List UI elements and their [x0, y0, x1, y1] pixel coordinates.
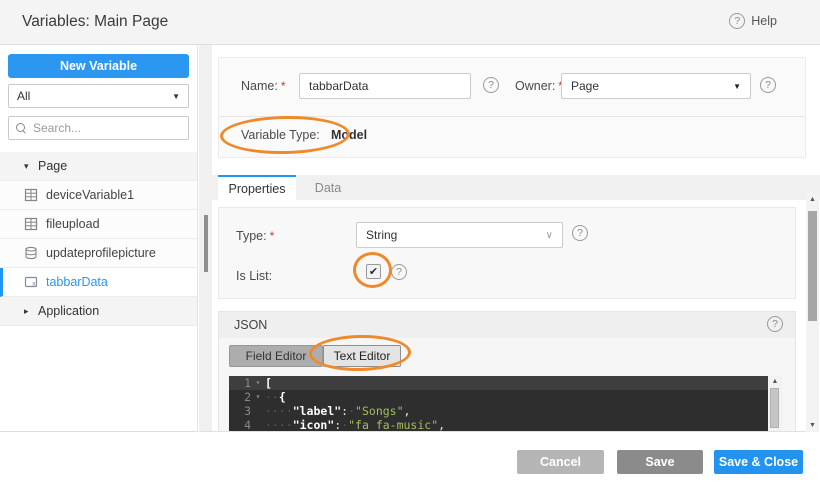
name-input[interactable] — [299, 73, 471, 99]
sidebar-item-application[interactable]: ▸ Application — [0, 297, 197, 326]
owner-select[interactable]: Page ▼ — [561, 73, 751, 99]
save-button[interactable]: Save — [617, 450, 703, 474]
database-icon — [25, 246, 37, 260]
json-help-icon[interactable]: ? — [767, 316, 783, 332]
owner-label: Owner:* — [515, 79, 563, 93]
code-line: 4 ····"icon":·"fa fa-music", — [244, 418, 446, 432]
json-section: JSON ? Field Editor Text Editor 1 ▾ [ 2 … — [218, 311, 796, 432]
variable-form-panel: Name:* ? Owner:* Page ▼ ? Variable Type:… — [218, 57, 806, 158]
field-editor-button[interactable]: Field Editor — [229, 345, 323, 367]
grid-icon — [24, 188, 38, 202]
content-bottom-border — [199, 431, 806, 432]
page-title: Variables: Main Page — [22, 13, 169, 30]
search-icon — [16, 122, 27, 134]
required-asterisk: * — [269, 229, 275, 243]
tab-properties[interactable]: Properties — [218, 175, 296, 200]
tree-item-label: updateprofilepicture — [46, 246, 156, 260]
help-label: Help — [751, 14, 777, 28]
search-box — [8, 116, 189, 140]
new-variable-button[interactable]: New Variable — [8, 54, 189, 78]
sidebar-item-devicevariable1[interactable]: deviceVariable1 — [0, 181, 197, 210]
editor-scrollbar-thumb[interactable] — [770, 388, 779, 428]
caret-down-icon: ▼ — [733, 81, 741, 91]
variable-filter-value: All — [17, 89, 31, 103]
is-list-label: Is List: — [236, 269, 273, 283]
properties-panel: Type: * String ∨ ? Is List: ✔ ? — [218, 207, 796, 299]
variable-filter-select[interactable]: All ▼ — [8, 84, 189, 108]
tree-group-label: Page — [38, 159, 68, 173]
tab-bar: Properties Data — [212, 175, 820, 200]
tree-group-label: Application — [38, 304, 100, 318]
caret-down-icon: ▼ — [172, 91, 180, 101]
name-label: Name: * — [241, 79, 286, 93]
tree-item-label: tabbarData — [46, 275, 108, 289]
is-list-help-icon[interactable]: ? — [391, 264, 407, 280]
panel-scrollbar-thumb[interactable] — [204, 215, 208, 272]
sidebar-item-updateprofilepicture[interactable]: updateprofilepicture — [0, 239, 197, 268]
tab-data[interactable]: Data — [296, 175, 360, 200]
text-editor-button[interactable]: Text Editor — [323, 345, 401, 367]
required-asterisk: * — [280, 79, 286, 93]
is-list-checkbox[interactable]: ✔ — [366, 264, 381, 279]
code-line: 1 ▾ [ — [229, 376, 768, 390]
variables-dialog: Variables: Main Page ? Help New Variable… — [0, 0, 820, 487]
tree-item-label: deviceVariable1 — [46, 188, 135, 202]
owner-value: Page — [571, 79, 600, 93]
variable-tree: ▾ Page deviceVariable1 fileupload update… — [0, 152, 197, 326]
variable-type-value: Model — [331, 128, 368, 142]
save-close-button[interactable]: Save & Close — [714, 450, 803, 474]
panel-scrollbar[interactable] — [199, 45, 212, 432]
variable-type-label: Variable Type: — [241, 128, 320, 142]
sidebar-item-tabbardata[interactable]: x tabbarData — [0, 268, 197, 297]
scroll-up-icon[interactable]: ▲ — [806, 196, 819, 203]
json-section-header: JSON ? — [219, 312, 795, 338]
check-icon: ✔ — [368, 266, 379, 278]
chevron-down-icon: ∨ — [545, 229, 553, 241]
code-line: 3 ····"label":·"Songs", — [244, 404, 411, 418]
name-help-icon[interactable]: ? — [483, 77, 499, 93]
type-label: Type: * — [236, 229, 275, 243]
cancel-button[interactable]: Cancel — [517, 450, 604, 474]
json-section-title: JSON — [234, 318, 268, 332]
owner-help-icon[interactable]: ? — [760, 77, 776, 93]
help-icon: ? — [729, 13, 746, 29]
tree-item-label: fileupload — [46, 217, 100, 231]
grid-icon — [24, 217, 38, 231]
editor-scrollbar[interactable]: ▲ — [768, 376, 782, 431]
type-select[interactable]: String ∨ — [356, 222, 563, 248]
chevron-right-icon: ▸ — [24, 305, 29, 316]
content-scrollbar-thumb[interactable] — [808, 211, 817, 321]
json-code-editor[interactable]: 1 ▾ [ 2 ▾ ··{ 3 ····"label":·"Songs", 4 … — [229, 376, 768, 432]
scroll-up-icon[interactable]: ▲ — [768, 378, 782, 385]
model-variable-icon: x — [24, 276, 38, 288]
fold-icon[interactable]: ▾ — [251, 390, 265, 404]
app-header: Variables: Main Page ? Help — [0, 0, 820, 45]
code-line: 2 ▾ ··{ — [244, 390, 286, 404]
svg-text:x: x — [32, 280, 36, 288]
type-value: String — [366, 228, 398, 242]
fold-icon[interactable]: ▾ — [251, 376, 265, 390]
help-button[interactable]: ? Help — [729, 13, 777, 29]
sidebar: New Variable All ▼ ▾ Page deviceVariable… — [0, 45, 198, 432]
sidebar-item-fileupload[interactable]: fileupload — [0, 210, 197, 239]
type-help-icon[interactable]: ? — [572, 225, 588, 241]
content-scrollbar[interactable]: ▲ ▼ — [806, 193, 819, 432]
form-divider — [219, 116, 805, 117]
chevron-down-icon: ▾ — [24, 160, 29, 171]
sidebar-item-page[interactable]: ▾ Page — [0, 152, 197, 181]
search-input[interactable] — [33, 121, 173, 135]
scroll-down-icon[interactable]: ▼ — [806, 422, 819, 429]
